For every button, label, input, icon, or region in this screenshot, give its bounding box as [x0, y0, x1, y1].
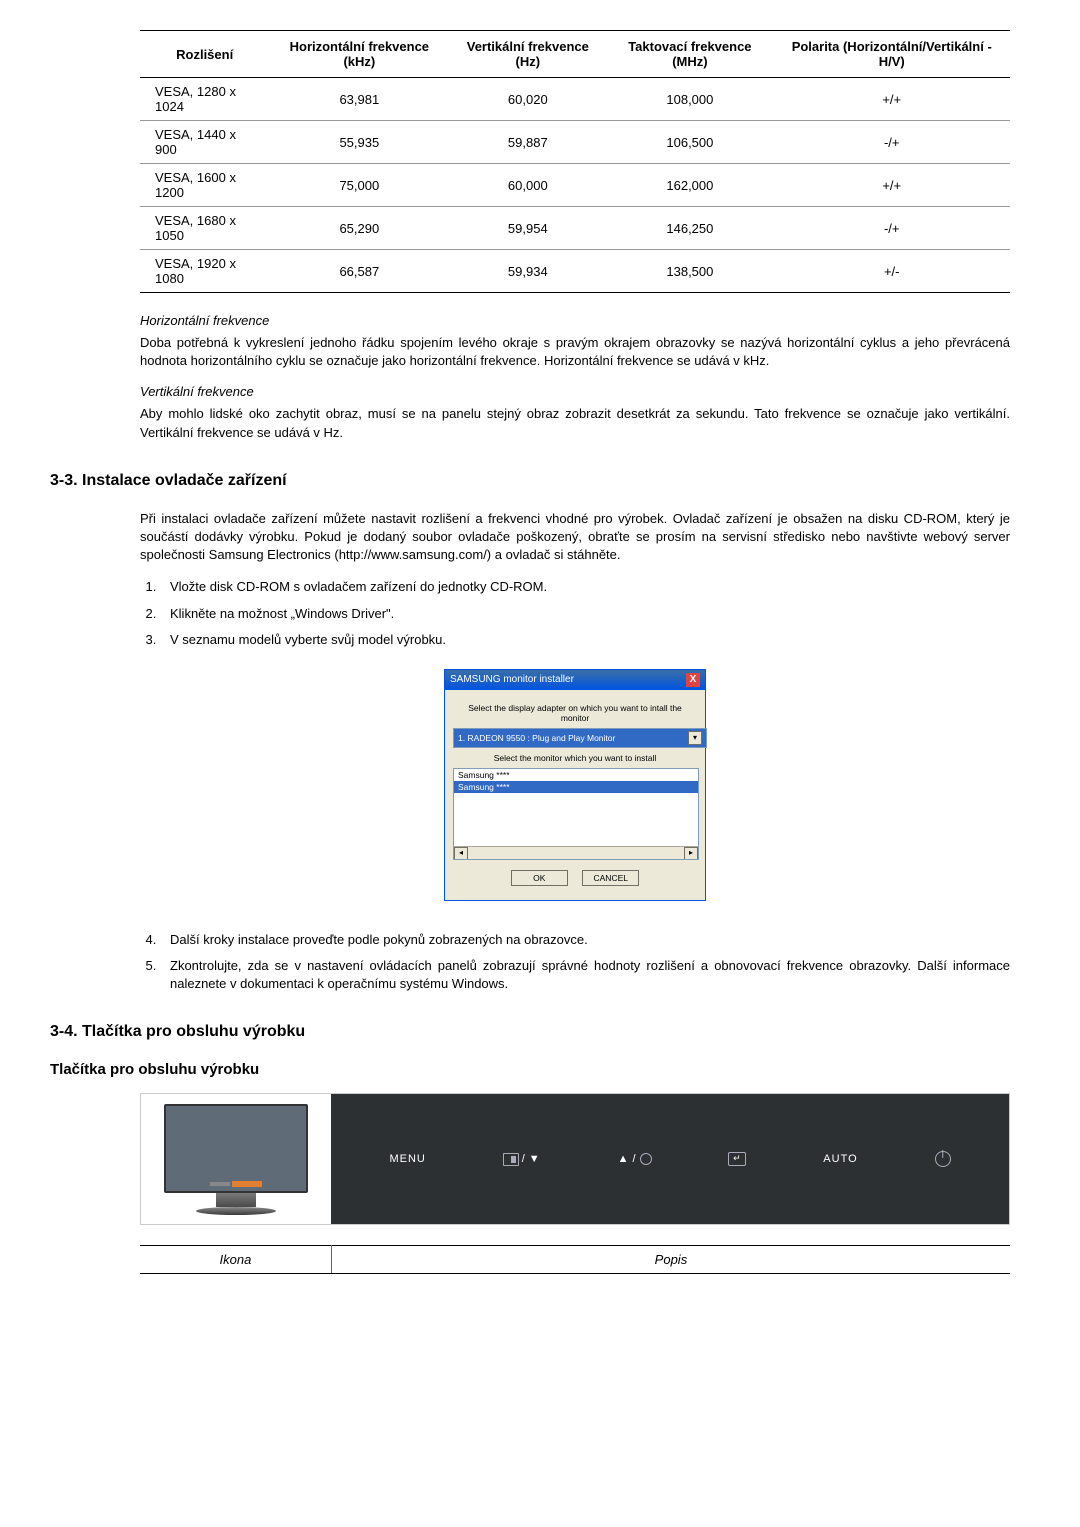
installer-dialog: SAMSUNG monitor installer X Select the d…	[444, 669, 706, 901]
product-buttons-panel: MENU / ▼ ▲ / ↵ AUTO	[140, 1093, 1010, 1225]
h-freq-text: Doba potřebná k vykreslení jednoho řádku…	[140, 334, 1010, 370]
install-steps-list-cont: Další kroky instalace proveďte podle pok…	[140, 931, 1010, 994]
table-cell: 59,934	[449, 250, 606, 293]
table-row: VESA, 1440 x 90055,93559,887106,500-/+	[140, 121, 1010, 164]
list-item[interactable]: Samsung ****	[454, 769, 698, 781]
table-cell: 66,587	[269, 250, 449, 293]
table-cell: VESA, 1680 x 1050	[140, 207, 269, 250]
power-icon	[935, 1151, 951, 1167]
adapter-select-value: 1. RADEON 9550 : Plug and Play Monitor	[458, 733, 615, 743]
install-steps-list: Vložte disk CD-ROM s ovladačem zařízení …	[140, 578, 1010, 649]
v-freq-text: Aby mohlo lidské oko zachytit obraz, mus…	[140, 405, 1010, 441]
v-freq-title: Vertikální frekvence	[140, 384, 1010, 399]
list-item: Další kroky instalace proveďte podle pok…	[160, 931, 1010, 949]
table-cell: 106,500	[606, 121, 773, 164]
list-item[interactable]: Samsung ****	[454, 781, 698, 793]
table-cell: 75,000	[269, 164, 449, 207]
resolution-table: RozlišeníHorizontální frekvence (kHz)Ver…	[140, 30, 1010, 293]
table-cell: 162,000	[606, 164, 773, 207]
table-header: Horizontální frekvence (kHz)	[269, 31, 449, 78]
cancel-button[interactable]: CANCEL	[582, 870, 639, 886]
close-icon[interactable]: X	[686, 673, 700, 687]
icon-description-table: Ikona Popis	[140, 1245, 1010, 1274]
table-cell: 63,981	[269, 78, 449, 121]
table-cell: VESA, 1920 x 1080	[140, 250, 269, 293]
installer-titlebar: SAMSUNG monitor installer X	[445, 670, 705, 690]
menu-button-label: MENU	[389, 1153, 425, 1165]
table-row: VESA, 1920 x 108066,58759,934138,500+/-	[140, 250, 1010, 293]
table-cell: +/-	[773, 250, 1010, 293]
brightness-up-label: ▲ /	[618, 1153, 652, 1165]
list-item: V seznamu modelů vyberte svůj model výro…	[160, 631, 1010, 649]
table-cell: +/+	[773, 164, 1010, 207]
table-header-icon: Ikona	[140, 1246, 331, 1274]
table-cell: VESA, 1440 x 900	[140, 121, 269, 164]
monitor-list[interactable]: Samsung **** Samsung **** ◂ ▸	[453, 768, 699, 860]
up-arrow-icon: ▲	[618, 1153, 630, 1165]
table-cell: 108,000	[606, 78, 773, 121]
horizontal-scrollbar[interactable]: ◂ ▸	[454, 846, 698, 859]
chevron-down-icon[interactable]: ▾	[688, 731, 702, 745]
table-header-desc: Popis	[331, 1246, 1010, 1274]
brightness-icon	[503, 1153, 519, 1166]
table-cell: -/+	[773, 121, 1010, 164]
brightness-down-label: / ▼	[503, 1153, 541, 1166]
table-header: Vertikální frekvence (Hz)	[449, 31, 606, 78]
monitor-illustration	[141, 1094, 331, 1224]
table-cell: 60,020	[449, 78, 606, 121]
enter-icon: ↵	[728, 1152, 746, 1166]
h-freq-title: Horizontální frekvence	[140, 313, 1010, 328]
table-header: Taktovací frekvence (MHz)	[606, 31, 773, 78]
table-cell: 59,887	[449, 121, 606, 164]
auto-button-label: AUTO	[823, 1153, 857, 1165]
table-row: VESA, 1600 x 120075,00060,000162,000+/+	[140, 164, 1010, 207]
section-3-3-intro: Při instalaci ovladače zařízení můžete n…	[140, 510, 1010, 565]
enter-button-label: ↵	[728, 1152, 746, 1166]
table-cell: 138,500	[606, 250, 773, 293]
table-cell: +/+	[773, 78, 1010, 121]
list-item: Vložte disk CD-ROM s ovladačem zařízení …	[160, 578, 1010, 596]
ok-button[interactable]: OK	[511, 870, 568, 886]
table-cell: 59,954	[449, 207, 606, 250]
section-3-3-title: 3-3. Instalace ovladače zařízení	[50, 472, 1030, 490]
table-cell: 146,250	[606, 207, 773, 250]
section-3-4-title: 3-4. Tlačítka pro obsluhu výrobku	[50, 1023, 1030, 1041]
scroll-left-icon[interactable]: ◂	[454, 847, 468, 860]
list-item: Klikněte na možnost „Windows Driver".	[160, 605, 1010, 623]
table-cell: -/+	[773, 207, 1010, 250]
down-arrow-icon: ▼	[529, 1153, 541, 1165]
installer-title: SAMSUNG monitor installer	[450, 674, 574, 685]
table-cell: VESA, 1280 x 1024	[140, 78, 269, 121]
table-cell: 55,935	[269, 121, 449, 164]
power-button-label	[935, 1151, 951, 1167]
button-strip: MENU / ▼ ▲ / ↵ AUTO	[331, 1094, 1009, 1224]
section-3-4-subtitle: Tlačítka pro obsluhu výrobku	[50, 1061, 1030, 1078]
table-cell: VESA, 1600 x 1200	[140, 164, 269, 207]
scroll-right-icon[interactable]: ▸	[684, 847, 698, 860]
list-item: Zkontrolujte, zda se v nastavení ovládac…	[160, 957, 1010, 993]
installer-label-2: Select the monitor which you want to ins…	[453, 753, 697, 763]
adapter-select[interactable]: 1. RADEON 9550 : Plug and Play Monitor ▾	[453, 728, 707, 748]
table-header: Rozlišení	[140, 31, 269, 78]
sun-icon	[640, 1153, 652, 1165]
table-header: Polarita (Horizontální/Vertikální - H/V)	[773, 31, 1010, 78]
table-row: VESA, 1680 x 105065,29059,954146,250-/+	[140, 207, 1010, 250]
table-row: VESA, 1280 x 102463,98160,020108,000+/+	[140, 78, 1010, 121]
table-cell: 60,000	[449, 164, 606, 207]
table-cell: 65,290	[269, 207, 449, 250]
installer-label-1: Select the display adapter on which you …	[453, 703, 697, 723]
